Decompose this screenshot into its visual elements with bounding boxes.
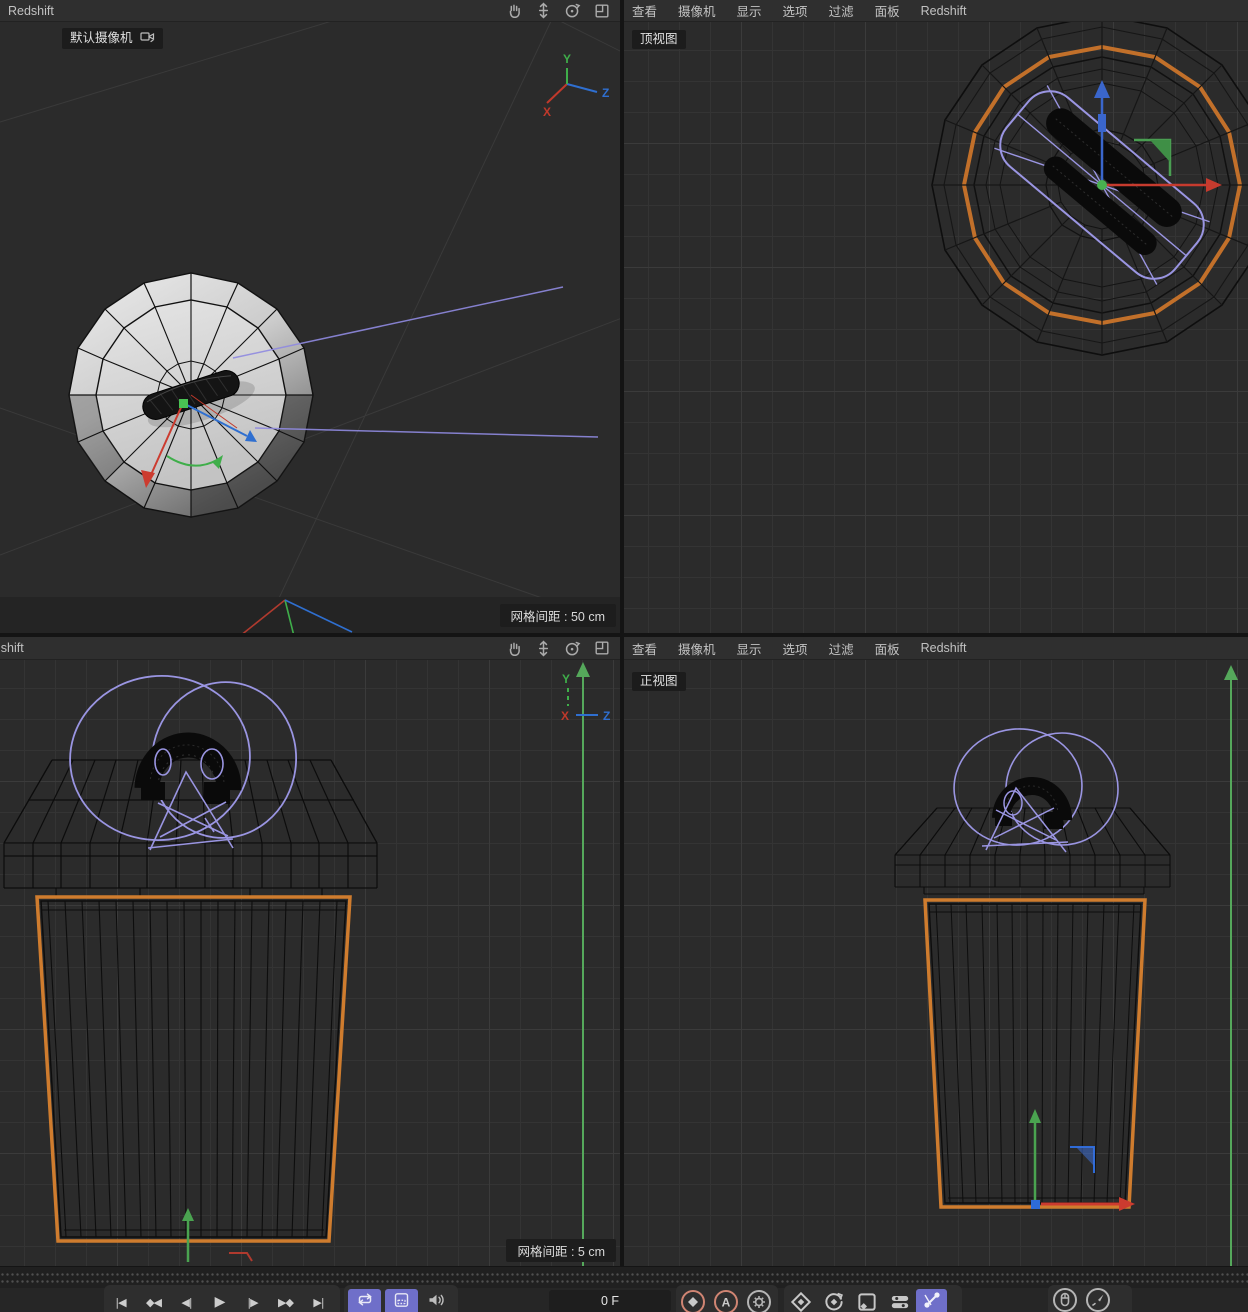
svg-text:Y: Y [562,672,570,686]
perspective-scene[interactable]: Y X Z [0,22,620,633]
menu-redshift[interactable]: Redshift [921,641,967,655]
axis-indicator: Y X Z [561,672,610,723]
go-to-end-button[interactable]: ▶| [302,1287,335,1312]
go-to-start-button[interactable]: |◀ [104,1287,137,1312]
next-frame-button[interactable]: |▶ [236,1287,269,1312]
pan-hand-icon[interactable] [506,2,523,19]
camera-label[interactable]: 默认摄像机 [62,28,163,49]
cinema4d-quad-viewport: Redshift 默认摄像机 Y X Z 网格间距: 50 cm 查看 摄像机… [0,0,1248,1312]
menu-options[interactable]: 选项 [783,1,808,20]
menu-panel[interactable]: 面板 [875,639,900,658]
menu-display[interactable]: 显示 [737,639,762,658]
next-key-button[interactable]: ▶◆ [269,1287,302,1312]
dolly-icon[interactable] [536,2,551,19]
svg-text:Y: Y [563,52,571,66]
menu-redshift[interactable]: Redshift [8,4,54,18]
loop-icon [356,1292,374,1312]
svg-text:A: A [721,1296,730,1310]
menu-view[interactable]: 查看 [632,639,657,658]
view-label: 正视图 [632,672,686,691]
svg-text:X: X [543,105,551,119]
record-keyframe-button[interactable] [676,1287,709,1312]
viewport-front-right-menubar: 查看 摄像机 显示 选项 过滤 面板 Redshift [624,637,1248,660]
menu-camera[interactable]: 摄像机 [678,1,716,20]
maximize-view-icon[interactable] [594,640,610,656]
handle-spline-cage[interactable] [62,667,306,849]
viewport-perspective-menubar: Redshift [0,0,620,22]
keying-pla-icon [921,1289,943,1312]
play-button[interactable]: ▶ [203,1287,236,1312]
clipboard-icon [393,1292,410,1312]
viewport-perspective: Redshift 默认摄像机 Y X Z 网格间距: 50 cm [0,0,620,633]
frame-counter-field[interactable]: 0 F [549,1290,671,1312]
menu-camera[interactable]: 摄像机 [678,639,716,658]
menu-redshift-clipped[interactable]: lshift [0,641,24,655]
menu-filter[interactable]: 过滤 [829,1,854,20]
world-y-axis [576,662,590,1266]
sound-button[interactable] [421,1289,451,1312]
menu-display[interactable]: 显示 [737,1,762,20]
keying-position-icon[interactable] [784,1287,817,1312]
menu-redshift[interactable]: Redshift [921,4,967,18]
front-view-scene[interactable]: Y X Z [0,660,620,1266]
svg-text:X: X [561,709,569,723]
speaker-icon [427,1292,445,1312]
mouse-icon [1051,1286,1079,1312]
timeline-ticks [0,1271,1248,1284]
front-view-scene-2[interactable] [624,660,1248,1266]
loop-playback-button[interactable] [348,1288,381,1312]
interpolation-button[interactable] [1081,1287,1114,1312]
dolly-icon[interactable] [536,640,551,657]
world-y-axis [1224,665,1238,1266]
viewport-front-left-canvas[interactable]: Y X Z 网格间距: 5 cm [0,660,620,1266]
transport-group: |◀ ◆◀ ◀| ▶ |▶ ▶◆ ▶| [104,1285,340,1312]
previous-frame-button[interactable]: ◀| [170,1287,203,1312]
viewport-front-left-menubar: lshift [0,637,620,660]
viewport-perspective-canvas[interactable]: 默认摄像机 Y X Z 网格间距: 50 cm [0,22,620,633]
viewport-top: 查看 摄像机 显示 选项 过滤 面板 Redshift 顶视图 [624,0,1248,633]
grid-spacing-label: 网格间距 : 5 cm [506,1239,616,1262]
keying-toggles-group [784,1285,962,1312]
grid-spacing-label: 网格间距 : 50 cm [499,604,616,627]
viewport-top-canvas[interactable]: 顶视图 [624,22,1248,633]
pan-hand-icon[interactable] [506,640,523,657]
viewport-front-left: lshift Y X Z 网格间距: 5 cm [0,637,620,1266]
svg-text:Z: Z [603,709,610,723]
can-body-mesh[interactable] [35,895,352,1243]
viewport-top-menubar: 查看 摄像机 显示 选项 过滤 面板 Redshift [624,0,1248,22]
menu-view[interactable]: 查看 [632,1,657,20]
lid-wireframe[interactable] [894,807,1171,895]
rotate-view-icon[interactable] [564,2,581,19]
clipboard-button[interactable] [385,1288,418,1312]
mouse-recording-button[interactable] [1048,1287,1081,1312]
menu-panel[interactable]: 面板 [875,1,900,20]
keying-pla-toggle[interactable] [916,1289,947,1312]
menu-filter[interactable]: 过滤 [829,639,854,658]
record-group: A [676,1285,778,1312]
viewport-front-right-canvas[interactable]: 正视图 [624,660,1248,1266]
interpolation-icon [1084,1286,1112,1312]
autokey-button[interactable]: A [709,1287,742,1312]
maximize-view-icon[interactable] [594,3,610,19]
rotate-view-icon[interactable] [564,640,581,657]
view-label: 顶视图 [632,30,686,49]
input-options-group [1048,1285,1132,1312]
previous-key-button[interactable]: ◆◀ [137,1287,170,1312]
top-view-scene[interactable] [624,22,1248,633]
viewport-front-right: 查看 摄像机 显示 选项 过滤 面板 Redshift 正视图 [624,637,1248,1266]
keying-rotation-icon[interactable] [817,1287,850,1312]
keying-settings-button[interactable] [742,1287,775,1312]
camera-icon [139,30,155,47]
playback-options-group [344,1285,458,1312]
menu-options[interactable]: 选项 [783,639,808,658]
axis-indicator: Y X Z [543,52,609,119]
keying-parameter-icon[interactable] [883,1287,916,1312]
keying-scale-icon[interactable] [850,1287,883,1312]
svg-text:Z: Z [602,86,609,100]
